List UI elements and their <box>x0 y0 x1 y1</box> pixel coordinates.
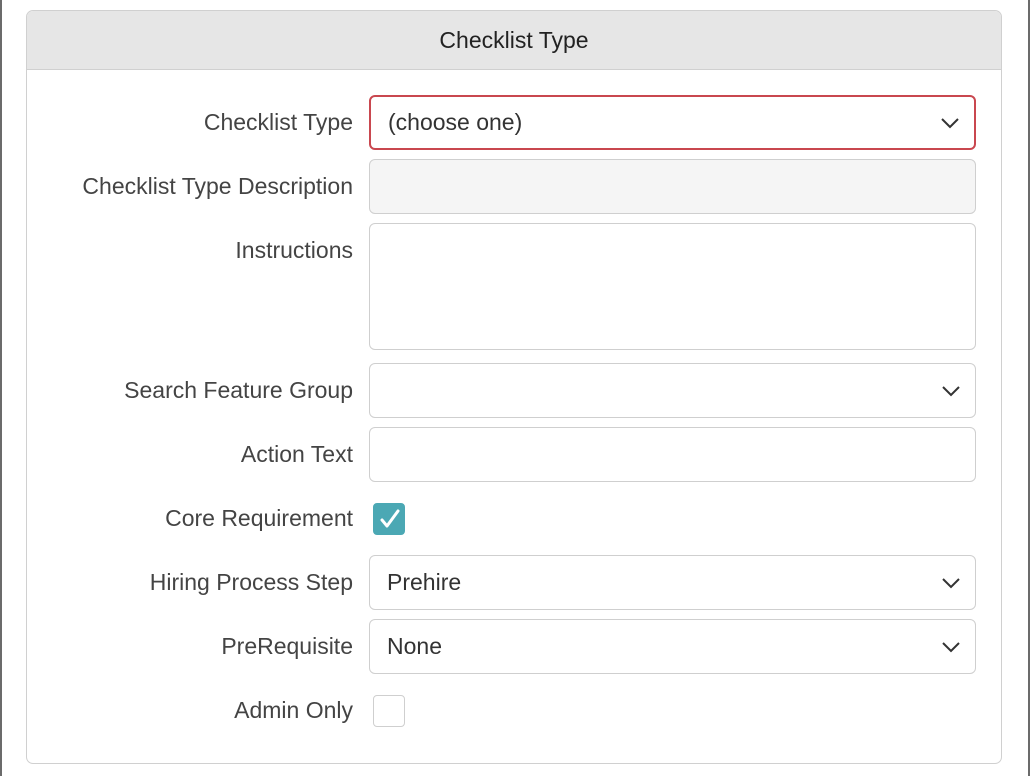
checklist-type-description-field <box>369 159 976 214</box>
search-feature-group-select[interactable] <box>369 363 976 418</box>
hiring-process-step-select[interactable]: Prehire <box>369 555 976 610</box>
checklist-type-select[interactable]: (choose one) <box>369 95 976 150</box>
action-text-label: Action Text <box>240 441 353 467</box>
checklist-type-label: Checklist Type <box>203 109 353 135</box>
chevron-down-icon <box>942 385 960 396</box>
prerequisite-label: PreRequisite <box>221 633 353 659</box>
admin-only-checkbox[interactable] <box>373 695 405 727</box>
checkmark-icon <box>380 509 400 528</box>
checklist-type-panel: Checklist Type Checklist Type (choose on… <box>26 10 1002 764</box>
prerequisite-select[interactable]: None <box>369 619 976 674</box>
instructions-textarea[interactable] <box>369 223 976 350</box>
chevron-down-icon <box>941 117 959 128</box>
core-requirement-label: Core Requirement <box>165 505 353 531</box>
hiring-process-step-label: Hiring Process Step <box>149 569 353 595</box>
prerequisite-value: None <box>387 633 442 659</box>
search-feature-group-label: Search Feature Group <box>124 377 353 403</box>
core-requirement-checkbox[interactable] <box>373 503 405 535</box>
admin-only-label: Admin Only <box>234 697 353 723</box>
checklist-type-value: (choose one) <box>388 109 523 135</box>
panel-title: Checklist Type <box>439 26 589 53</box>
hiring-process-step-value: Prehire <box>387 569 462 595</box>
chevron-down-icon <box>942 641 960 652</box>
checklist-type-description-label: Checklist Type Description <box>82 173 353 199</box>
chevron-down-icon <box>942 577 960 588</box>
instructions-label: Instructions <box>235 237 353 263</box>
panel-header: Checklist Type <box>27 11 1001 70</box>
action-text-input[interactable] <box>369 427 976 482</box>
